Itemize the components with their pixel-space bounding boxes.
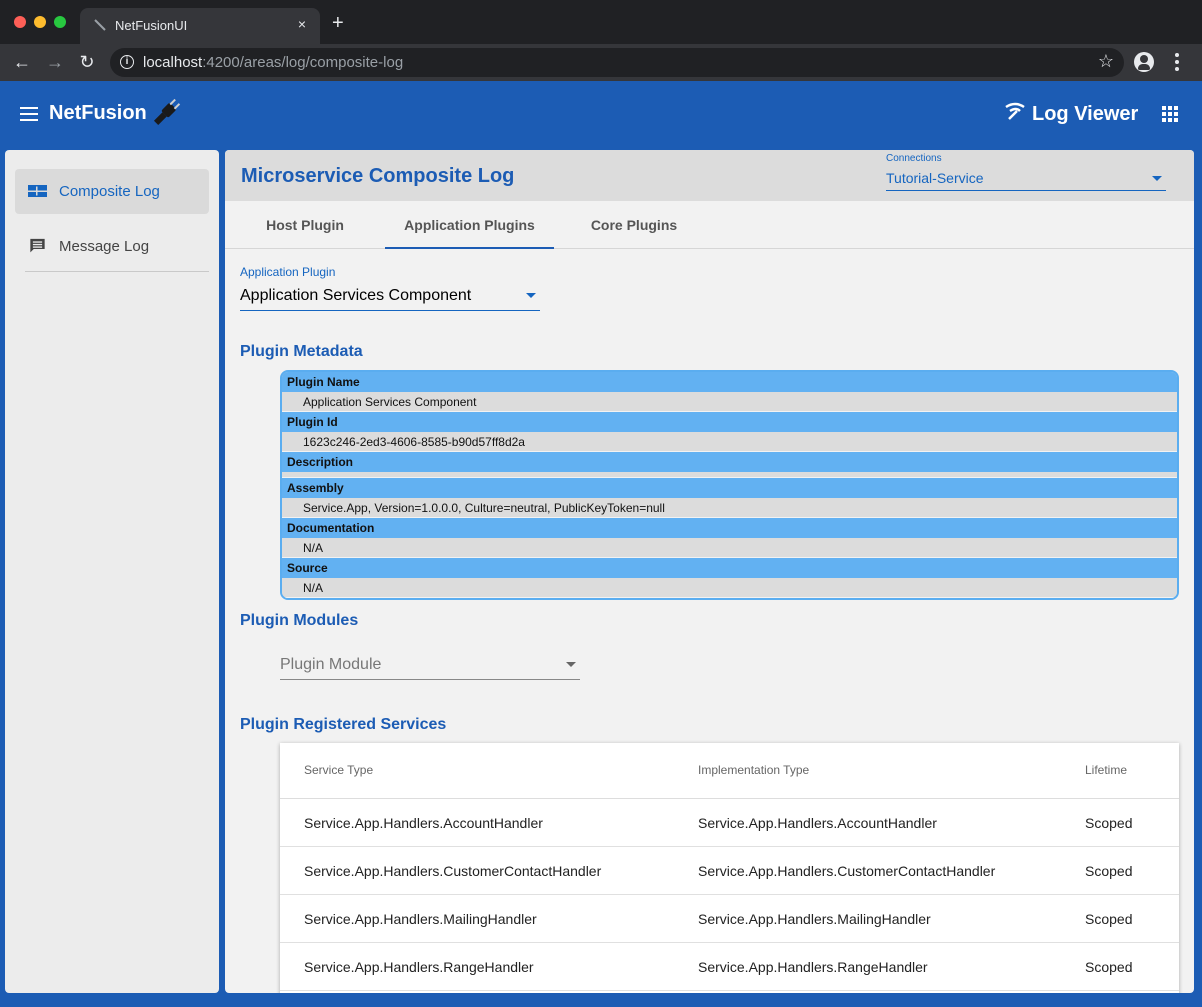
sidenav-item-composite-log[interactable]: Composite Log: [15, 169, 209, 214]
browser-tab[interactable]: NetFusionUI ×: [80, 8, 320, 44]
service-type-cell: Service.App.Handlers.CustomerContactHand…: [304, 863, 602, 879]
url-path: :4200/areas/log/composite-log: [202, 54, 404, 71]
brand-title: NetFusion: [49, 102, 147, 124]
forward-icon[interactable]: →: [45, 52, 65, 72]
main-content: Microservice Composite Log Connections T…: [225, 150, 1194, 993]
plugin-metadata-title: Plugin Metadata: [240, 343, 363, 360]
connections-value: Tutorial-Service: [886, 170, 984, 186]
tab-close-icon[interactable]: ×: [298, 16, 306, 32]
app-toolbar: NetFusion Log Viewer: [0, 81, 1202, 147]
maximize-window-button[interactable]: [54, 16, 66, 28]
apps-grid-icon[interactable]: [1162, 106, 1178, 122]
sidenav-divider: [25, 271, 209, 272]
metadata-value: N/A: [282, 538, 1177, 558]
table-row[interactable]: Service.App.Handlers.MailingHandler Serv…: [280, 895, 1179, 943]
sidenav-item-label: Composite Log: [59, 183, 160, 200]
plugin-modules-title: Plugin Modules: [240, 612, 359, 629]
browser-tabstrip: NetFusionUI × +: [0, 0, 1202, 44]
implementation-type-cell: Service.App.Handlers.MailingHandler: [698, 911, 931, 927]
table-row[interactable]: Service.App.Handlers.AccountHandler Serv…: [280, 799, 1179, 847]
metadata-value: N/A: [282, 578, 1177, 598]
metadata-key: Plugin Id: [282, 412, 1177, 432]
plugin-metadata-card: Plugin Name Application Services Compone…: [280, 370, 1179, 600]
url-host: localhost: [143, 54, 203, 71]
address-bar: ← → ↻ i localhost:4200/areas/log/composi…: [0, 44, 1202, 81]
dropdown-arrow-icon: [1152, 176, 1162, 181]
lifetime-cell: Scoped: [1085, 863, 1133, 879]
minimize-window-button[interactable]: [34, 16, 46, 28]
metadata-value: Application Services Component: [282, 392, 1177, 412]
site-info-icon[interactable]: i: [120, 55, 134, 69]
new-tab-button[interactable]: +: [332, 13, 344, 33]
view-quilt-icon: [28, 185, 47, 197]
reload-icon[interactable]: ↻: [77, 52, 97, 72]
lifetime-cell: Scoped: [1085, 911, 1133, 927]
metadata-key: Plugin Name: [282, 372, 1177, 392]
application-plugin-label: Application Plugin: [240, 265, 336, 279]
plug-favicon-icon: [94, 19, 106, 31]
table-row[interactable]: Service.App.Handlers.CustomerContactHand…: [280, 847, 1179, 895]
application-plugin-select[interactable]: Application Services Component: [240, 281, 540, 311]
plugin-registered-services-title: Plugin Registered Services: [240, 716, 447, 733]
metadata-key: Source: [282, 558, 1177, 578]
metadata-key: Assembly: [282, 478, 1177, 498]
tab-host-plugin[interactable]: Host Plugin: [225, 201, 385, 249]
application-plugin-value: Application Services Component: [240, 287, 472, 304]
column-header[interactable]: Service Type: [304, 763, 373, 777]
table-row[interactable]: Service.App.Handlers.RangeHandler Servic…: [280, 943, 1179, 991]
url-field[interactable]: i localhost:4200/areas/log/composite-log…: [110, 48, 1124, 77]
connections-label: Connections: [886, 153, 942, 164]
metadata-value: 1623c246-2ed3-4606-8585-b90d57ff8d2a: [282, 432, 1177, 452]
log-viewer-title: Log Viewer: [1032, 103, 1139, 125]
metadata-value: Service.App, Version=1.0.0.0, Culture=ne…: [282, 498, 1177, 518]
tab-application-plugins[interactable]: Application Plugins: [385, 201, 554, 249]
service-type-cell: Service.App.Handlers.MailingHandler: [304, 911, 537, 927]
service-type-cell: Service.App.Handlers.AccountHandler: [304, 815, 543, 831]
tab-core-plugins[interactable]: Core Plugins: [554, 201, 714, 249]
implementation-type-cell: Service.App.Handlers.RangeHandler: [698, 959, 928, 975]
implementation-type-cell: Service.App.Handlers.CustomerContactHand…: [698, 863, 996, 879]
browser-menu-icon[interactable]: [1175, 53, 1179, 71]
dropdown-arrow-icon: [566, 662, 576, 667]
plugin-module-placeholder: Plugin Module: [280, 656, 382, 673]
message-icon: [30, 238, 45, 253]
tab-title: NetFusionUI: [115, 18, 188, 33]
rss-feed-icon: [1005, 102, 1025, 120]
table-header: Service Type Implementation Type Lifetim…: [280, 743, 1179, 799]
services-table: Service Type Implementation Type Lifetim…: [280, 743, 1179, 993]
url-text: localhost:4200/areas/log/composite-log: [143, 54, 403, 71]
column-header[interactable]: Implementation Type: [698, 763, 809, 777]
implementation-type-cell: Service.App.Handlers.AccountHandler: [698, 815, 937, 831]
connections-select[interactable]: Tutorial-Service: [886, 167, 1166, 191]
lifetime-cell: Scoped: [1085, 815, 1133, 831]
main-header: Microservice Composite Log Connections T…: [225, 150, 1194, 201]
metadata-key: Description: [282, 452, 1177, 472]
plugin-module-select[interactable]: Plugin Module: [280, 650, 580, 680]
close-window-button[interactable]: [14, 16, 26, 28]
account-icon[interactable]: [1134, 52, 1154, 72]
app-body: Composite Log Message Log Microservice C…: [0, 147, 1202, 1007]
back-icon[interactable]: ←: [12, 52, 32, 72]
metadata-key: Documentation: [282, 518, 1177, 538]
page-title: Microservice Composite Log: [241, 165, 515, 187]
column-header[interactable]: Lifetime: [1085, 763, 1127, 777]
bookmark-star-icon[interactable]: ☆: [1098, 51, 1114, 72]
service-type-cell: Service.App.Handlers.RangeHandler: [304, 959, 534, 975]
sidenav-item-label: Message Log: [59, 238, 150, 255]
sidenav: Composite Log Message Log: [5, 150, 219, 993]
plug-icon: [153, 98, 181, 126]
menu-icon[interactable]: [20, 107, 38, 121]
lifetime-cell: Scoped: [1085, 959, 1133, 975]
sidenav-item-message-log[interactable]: Message Log: [15, 224, 209, 269]
dropdown-arrow-icon: [526, 293, 536, 298]
plugin-tabs: Host Plugin Application Plugins Core Plu…: [225, 201, 1194, 249]
